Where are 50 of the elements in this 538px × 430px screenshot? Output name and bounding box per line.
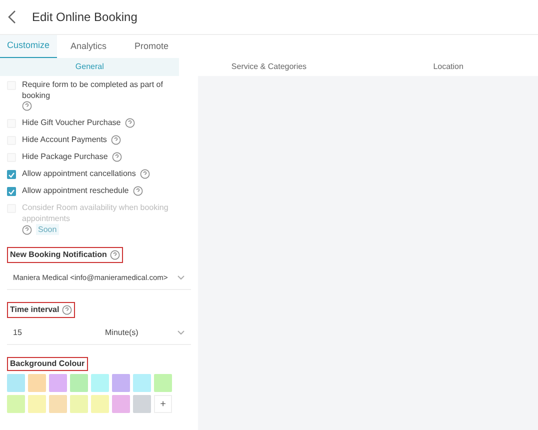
option-label: Consider Room availability when booking appointments [22,202,170,224]
help-icon [62,305,72,315]
colour-swatch[interactable] [49,395,67,413]
checkbox[interactable] [7,187,16,196]
option-label: Allow appointment reschedule [22,185,129,196]
colour-swatch[interactable] [91,395,109,413]
unit-select[interactable]: Minute(s) [99,321,191,345]
help-icon [112,152,122,162]
chevron-down-icon [177,275,185,280]
help-icon [110,250,120,260]
back-icon[interactable] [8,10,16,24]
colour-swatch[interactable] [112,395,130,413]
sub-tab[interactable]: Location [358,58,538,76]
option-label: Require form to be completed as part of booking [22,79,164,101]
tab[interactable]: Customize [0,35,57,58]
colour-swatch[interactable] [133,374,151,392]
page-title: Edit Online Booking [32,9,138,26]
checkbox[interactable] [7,170,16,179]
section-label: Background Colour [10,359,85,368]
colour-swatch[interactable] [7,374,25,392]
option-label: Allow appointment cancellations [22,168,136,179]
colour-swatch[interactable] [70,374,88,392]
help-icon [140,168,150,178]
option-label: Hide Account Payments [22,134,107,145]
help-icon [22,224,32,234]
colour-swatch[interactable] [49,374,67,392]
select-value: Minute(s) [105,326,138,338]
option-label: Hide Gift Voucher Purchase [22,117,121,128]
tab[interactable]: Promote [120,35,183,58]
add-colour-button[interactable]: + [154,395,172,413]
chevron-down-icon [177,330,185,335]
colour-swatch[interactable] [28,395,46,413]
sub-tab[interactable]: Service & Categories [179,58,359,76]
colour-swatch[interactable] [133,395,151,413]
soon-badge: Soon [36,224,59,235]
colour-swatch[interactable] [112,374,130,392]
colour-swatch[interactable] [154,374,172,392]
colour-swatch[interactable] [70,395,88,413]
option-label: Hide Package Purchase [22,151,108,162]
input-field[interactable]: 15 [7,321,99,345]
tab[interactable]: Analytics [56,35,121,58]
help-icon [132,186,143,196]
help-icon [110,134,121,144]
section-label: New Booking Notification [10,249,107,261]
help-icon [124,118,135,128]
colour-swatch[interactable] [91,374,109,392]
help-icon [22,101,32,111]
colour-swatch[interactable] [28,374,46,392]
section-label: Time interval [10,304,60,316]
colour-swatch[interactable] [7,395,25,413]
